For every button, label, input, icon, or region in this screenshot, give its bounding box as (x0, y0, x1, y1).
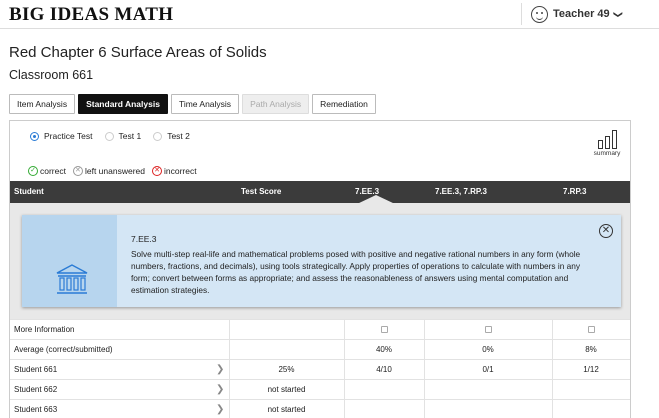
chevron-down-icon: ❯ (612, 10, 623, 18)
chevron-right-icon[interactable]: ❯ (216, 360, 224, 379)
analysis-tabs: Item Analysis Standard Analysis Time Ana… (9, 94, 379, 114)
result-legend: ✓ correct ✕ left unanswered ✕ incorrect (28, 166, 204, 176)
header-test-score[interactable]: Test Score (241, 181, 281, 203)
popover-icon-area (22, 215, 117, 307)
popover-standard-text: Solve multi-step real-life and mathemati… (131, 249, 581, 295)
average-7ee3-7rp3: 0% (482, 345, 494, 354)
more-info-checkbox-7ee3-7rp3[interactable] (424, 320, 552, 339)
student-name[interactable]: Student 663 (14, 400, 57, 418)
page-title: Red Chapter 6 Surface Areas of Solids (9, 44, 267, 61)
summary-label: summary (593, 150, 621, 157)
radio-unselected-icon[interactable] (104, 131, 114, 141)
student-score: not started (267, 385, 306, 394)
user-name: Teacher 49 (553, 8, 610, 20)
check-circle-icon: ✓ (28, 166, 38, 176)
tab-time-analysis[interactable]: Time Analysis (170, 94, 240, 114)
radio-test-2[interactable]: Test 2 (153, 131, 190, 141)
popover-standard-code: 7.EE.3 (131, 234, 157, 244)
x-circle-grey-icon: ✕ (72, 166, 83, 176)
top-bar: BIG IDEAS MATH Teacher 49 ❯ (0, 0, 659, 29)
more-info-label: More Information (14, 325, 75, 334)
app-logo[interactable]: BIG IDEAS MATH (9, 4, 173, 26)
more-info-checkbox-7ee3[interactable] (344, 320, 424, 339)
radio-practice-test[interactable]: Practice Test (30, 131, 93, 141)
chevron-right-icon[interactable]: ❯ (216, 400, 224, 418)
radio-label: Test 1 (118, 131, 142, 141)
close-icon[interactable]: ✕ (599, 224, 613, 238)
analysis-panel: Practice Test Test 1 Test 2 summary ✓ co… (9, 120, 631, 418)
radio-unselected-icon[interactable] (153, 131, 163, 141)
radio-selected-icon[interactable] (30, 131, 39, 141)
legend-unanswered: ✕ left unanswered (72, 166, 145, 176)
legend-label: left unanswered (84, 166, 145, 176)
bank-building-icon (56, 264, 88, 294)
tab-item-analysis[interactable]: Item Analysis (9, 94, 76, 114)
checkbox-icon[interactable] (380, 326, 388, 334)
table-row[interactable]: Student 663 ❯ not started (10, 399, 630, 418)
student-7ee3-7rp3[interactable]: 0/1 (424, 360, 552, 379)
average-7rp3: 8% (585, 345, 597, 354)
table-header: Student Test Score 7.EE.3 7.EE.3, 7.RP.3… (10, 181, 630, 203)
tab-remediation[interactable]: Remediation (312, 94, 376, 114)
student-7ee3[interactable]: 4/10 (344, 360, 424, 379)
radio-label: Test 2 (167, 131, 190, 141)
radio-test-1[interactable]: Test 1 (104, 131, 142, 141)
legend-label: incorrect (164, 166, 197, 176)
tab-standard-analysis[interactable]: Standard Analysis (78, 94, 168, 114)
user-avatar-icon (531, 5, 548, 23)
student-7rp3[interactable]: 1/12 (552, 360, 630, 379)
bar-chart-icon (591, 130, 623, 149)
legend-label: correct (40, 166, 66, 176)
table-row-average: Average (correct/submitted) 40% 0% 8% (10, 339, 630, 359)
table-row-more-info: More Information (10, 319, 630, 339)
chevron-right-icon[interactable]: ❯ (216, 380, 224, 399)
popover-arrow (357, 195, 395, 204)
tab-path-analysis: Path Analysis (242, 94, 310, 114)
student-name[interactable]: Student 662 (14, 380, 57, 399)
standard-description-card: 7.EE.3 Solve multi-step real-life and ma… (22, 215, 621, 307)
checkbox-icon[interactable] (587, 326, 595, 334)
legend-correct: ✓ correct (28, 166, 66, 176)
x-circle-red-icon: ✕ (152, 166, 162, 176)
more-info-checkbox-7rp3[interactable] (552, 320, 630, 339)
student-score: not started (267, 405, 306, 414)
student-name[interactable]: Student 661 (14, 360, 57, 379)
header-standard-7rp3[interactable]: 7.RP.3 (563, 181, 586, 203)
header-student[interactable]: Student (14, 181, 44, 203)
table-row[interactable]: Student 662 ❯ not started (10, 379, 630, 399)
average-7ee3: 40% (375, 345, 392, 354)
test-selector: Practice Test Test 1 Test 2 (30, 131, 202, 141)
legend-incorrect: ✕ incorrect (152, 166, 197, 176)
user-menu[interactable]: Teacher 49 ❯ (521, 3, 623, 25)
header-standard-7ee3-7rp3[interactable]: 7.EE.3, 7.RP.3 (435, 181, 487, 203)
classroom-title: Classroom 661 (9, 68, 94, 82)
student-score: 25% (278, 365, 295, 374)
table-row[interactable]: Student 661 ❯ 25% 4/10 0/1 1/12 (10, 359, 630, 379)
standard-popover: 7.EE.3 Solve multi-step real-life and ma… (10, 195, 630, 319)
radio-label: Practice Test (44, 131, 93, 141)
average-label: Average (correct/submitted) (14, 345, 113, 354)
summary-button[interactable]: summary (591, 130, 623, 157)
checkbox-icon[interactable] (484, 326, 492, 334)
